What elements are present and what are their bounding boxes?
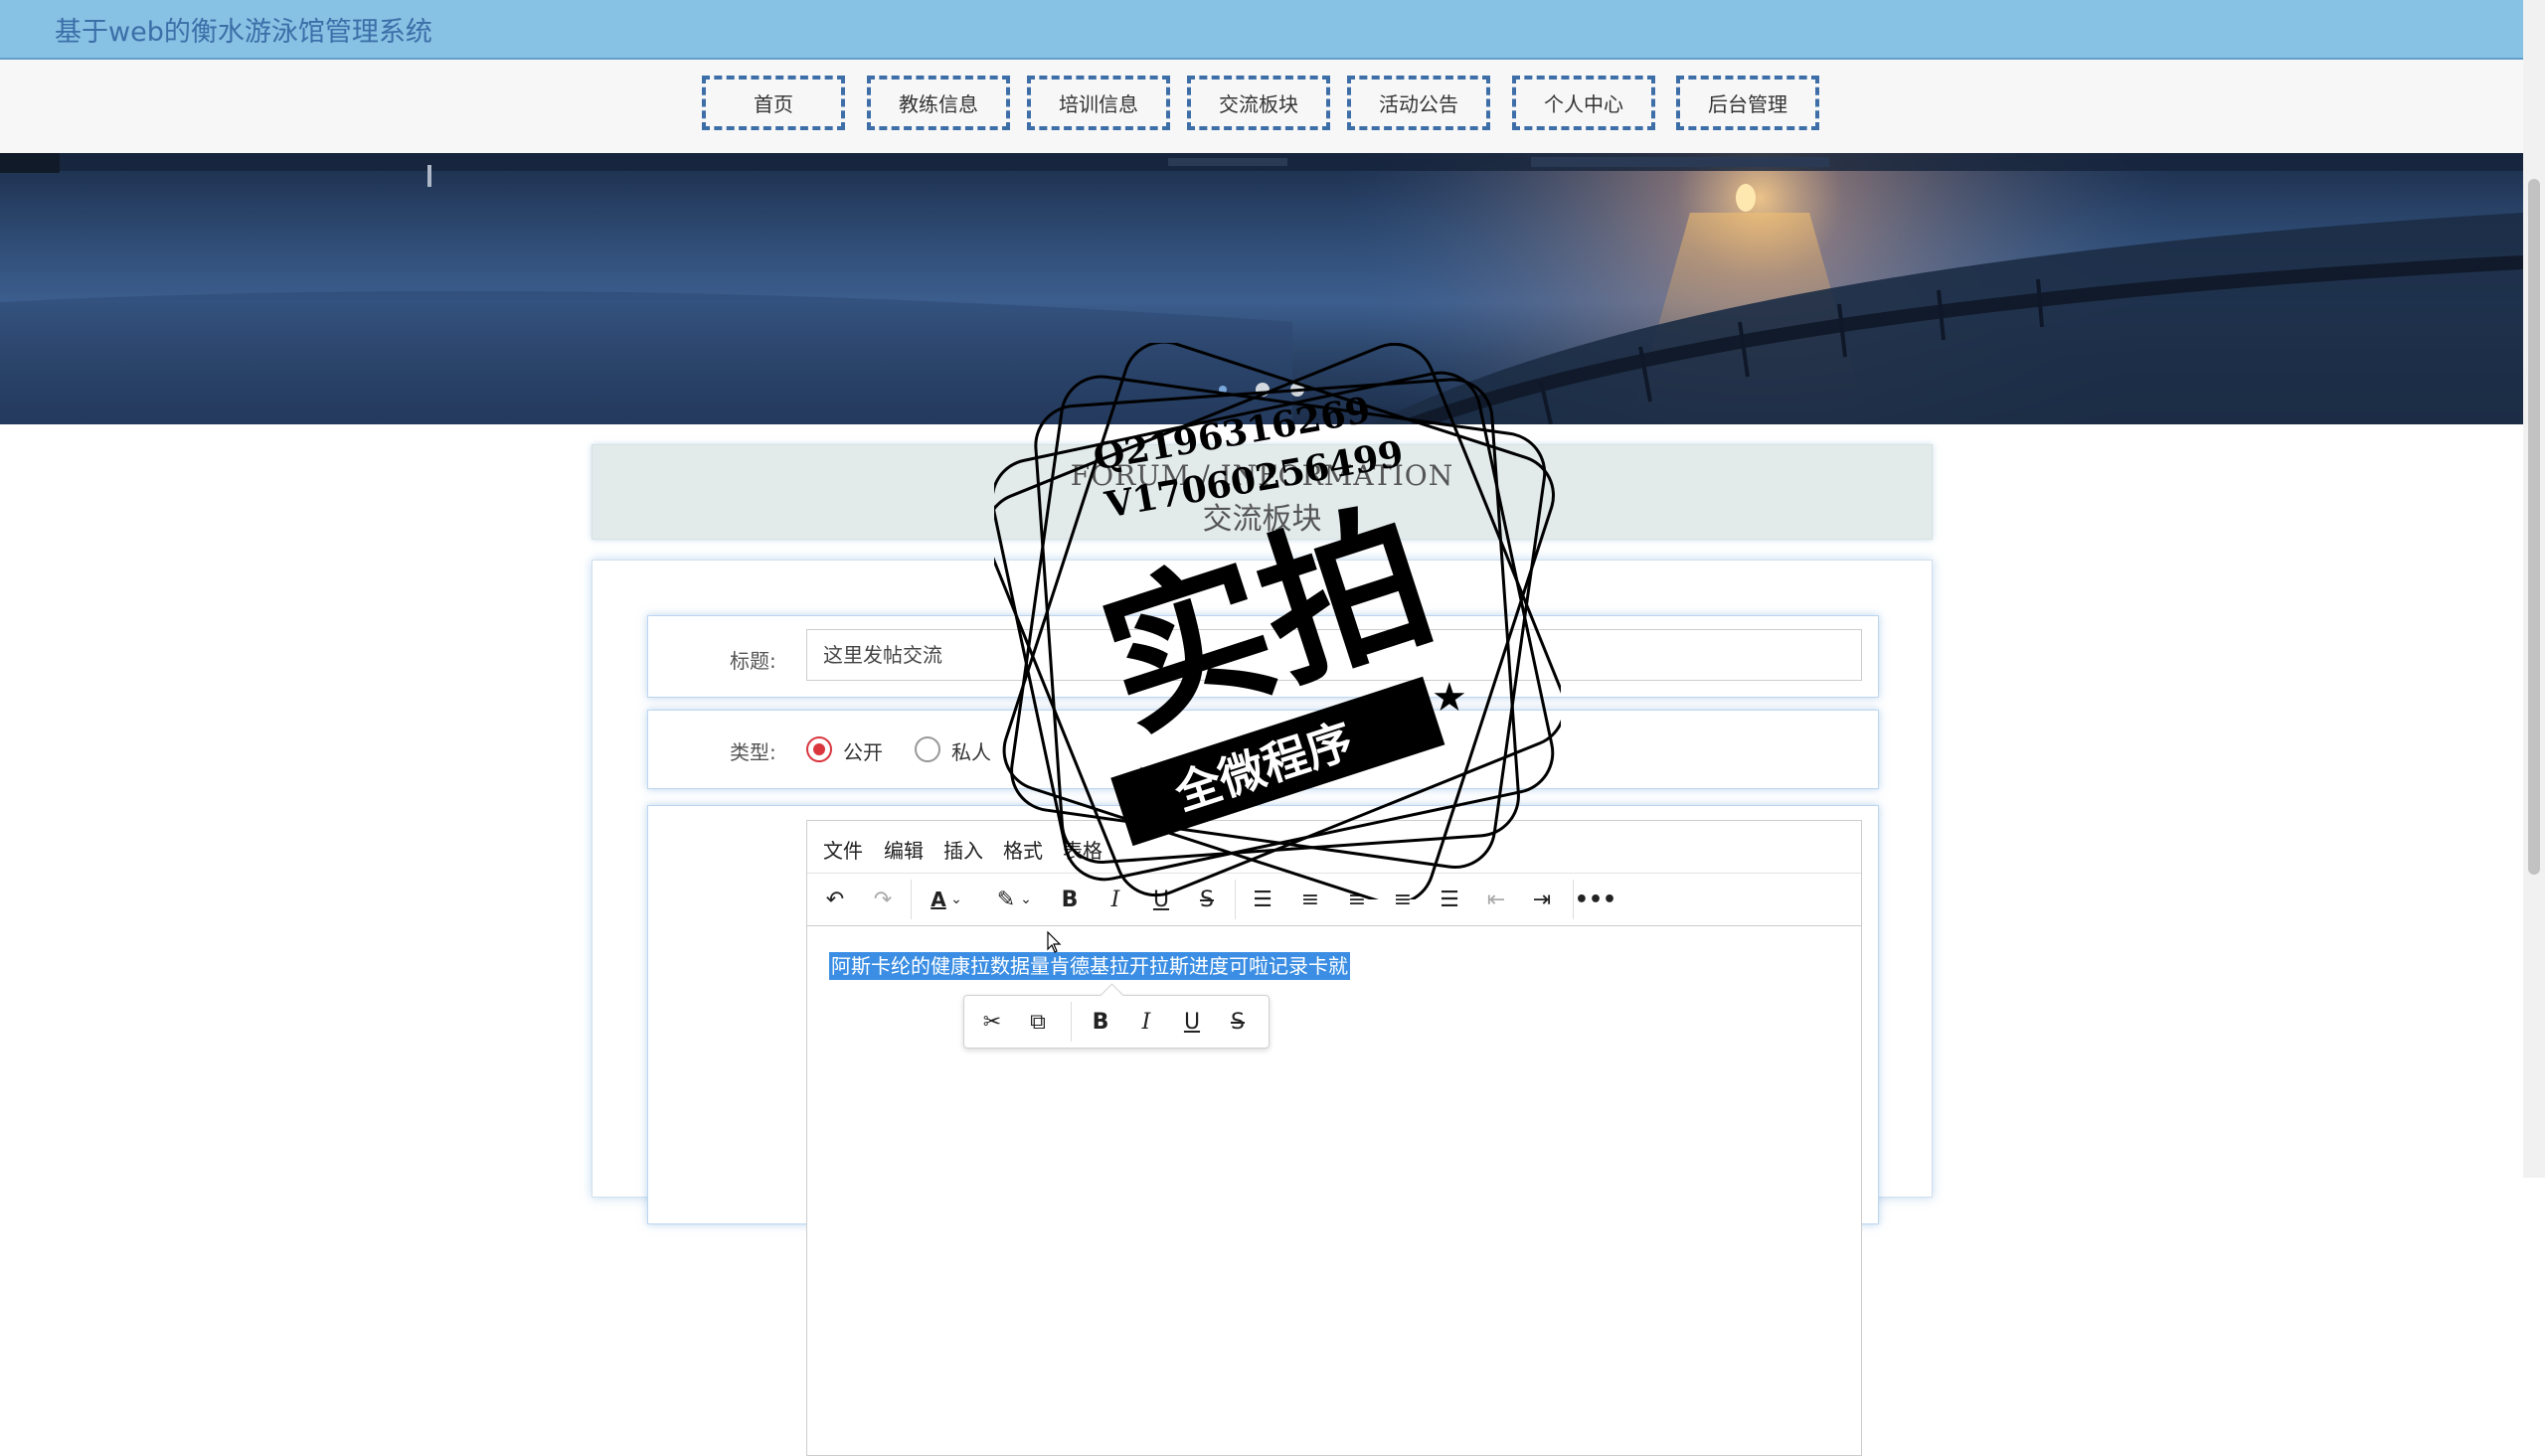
editor-content[interactable]: 阿斯卡纶的健康拉数据量肯德基拉开拉斯进度可啦记录卡就 — [829, 950, 1350, 980]
title-input[interactable]: 这里发帖交流 — [806, 629, 1862, 681]
menu-table[interactable]: 表格 — [1063, 835, 1103, 864]
align-center-icon[interactable]: ≡ — [1341, 884, 1373, 915]
quick-bold-icon[interactable]: B — [1085, 1006, 1116, 1038]
copy-icon[interactable]: ⧉ — [1022, 1006, 1054, 1038]
align-justify-icon[interactable]: ☰ — [1434, 884, 1465, 915]
section-title-cn: 交流板块 — [1202, 502, 1322, 537]
lake-sunset-illustration — [0, 153, 2523, 424]
editor-toolbar: ↶ ↷ A ⌄ ✎ ⌄ B I U S ☰ ≡ ≡ ≡ ☰ ⇤ ⇥ ••• — [807, 874, 1861, 926]
quick-italic-icon[interactable]: I — [1130, 1006, 1162, 1038]
toolbar-divider — [1573, 880, 1574, 919]
menu-insert[interactable]: 插入 — [943, 835, 983, 864]
mouse-cursor-icon — [1047, 931, 1062, 953]
radio-public-label[interactable]: 公开 — [843, 736, 883, 765]
highlight-chevron-down-icon[interactable]: ⌄ — [1016, 884, 1036, 915]
nav-item-forum[interactable]: 交流板块 — [1187, 76, 1330, 130]
text-color-chevron-down-icon[interactable]: ⌄ — [946, 884, 966, 915]
more-options-icon[interactable]: ••• — [1575, 884, 1616, 915]
strikethrough-icon[interactable]: S — [1191, 884, 1223, 915]
type-label: 类型: — [730, 740, 776, 764]
editor-menubar: 文件 编辑 插入 格式 表格 — [807, 821, 1861, 874]
title-row: 标题: 这里发帖交流 — [647, 615, 1879, 698]
outdent-icon[interactable]: ⇤ — [1480, 884, 1512, 915]
site-title: 基于web的衡水游泳馆管理系统 — [55, 17, 432, 48]
title-label: 标题: — [730, 649, 776, 673]
main-navigation: 首页 教练信息 培训信息 交流板块 活动公告 个人中心 后台管理 — [0, 60, 2523, 153]
nav-item-home[interactable]: 首页 — [702, 76, 845, 130]
section-header: FORUM / INFORMATION 交流板块 — [592, 444, 1933, 540]
radio-private[interactable] — [915, 736, 940, 762]
nav-item-admin[interactable]: 后台管理 — [1676, 76, 1819, 130]
menu-format[interactable]: 格式 — [1003, 835, 1043, 864]
align-right-icon[interactable]: ≡ — [1387, 884, 1419, 915]
line-height-icon[interactable]: ☰ — [1247, 884, 1278, 915]
top-header-bar: 基于web的衡水游泳馆管理系统 — [0, 0, 2523, 60]
undo-icon[interactable]: ↶ — [819, 884, 851, 915]
section-title-en: FORUM / INFORMATION — [1070, 459, 1454, 492]
align-left-icon[interactable]: ≡ — [1294, 884, 1326, 915]
toolbar-divider — [1235, 880, 1236, 919]
indent-icon[interactable]: ⇥ — [1526, 884, 1558, 915]
bold-icon[interactable]: B — [1054, 884, 1086, 915]
quick-strikethrough-icon[interactable]: S — [1222, 1006, 1254, 1038]
nav-item-personal-center[interactable]: 个人中心 — [1512, 76, 1655, 130]
selected-text[interactable]: 阿斯卡纶的健康拉数据量肯德基拉开拉斯进度可啦记录卡就 — [829, 952, 1350, 980]
post-form-panel: 标题: 这里发帖交流 类型: 公开 私人 文件 编辑 插入 格式 表格 ↶ ↷ … — [592, 560, 1933, 1456]
nav-item-training-info[interactable]: 培训信息 — [1027, 76, 1170, 130]
underline-icon[interactable]: U — [1145, 884, 1177, 915]
quickbar-divider — [1071, 1002, 1072, 1042]
banner-image — [0, 153, 2523, 424]
rich-text-editor: 文件 编辑 插入 格式 表格 ↶ ↷ A ⌄ ✎ ⌄ B I U S ☰ ≡ ≡… — [806, 820, 1862, 1456]
menu-file[interactable]: 文件 — [823, 835, 863, 864]
nav-item-coach-info[interactable]: 教练信息 — [867, 76, 1010, 130]
redo-icon[interactable]: ↷ — [867, 884, 899, 915]
cut-icon[interactable]: ✂ — [976, 1006, 1008, 1038]
radio-private-label[interactable]: 私人 — [951, 736, 991, 765]
radio-public[interactable] — [806, 736, 832, 762]
toolbar-divider — [911, 880, 912, 919]
scrollbar-thumb[interactable] — [2528, 179, 2540, 875]
menu-edit[interactable]: 编辑 — [884, 835, 924, 864]
page-scrollbar[interactable] — [2523, 0, 2545, 1178]
type-row: 类型: 公开 私人 — [647, 710, 1879, 789]
quick-format-toolbar: ✂ ⧉ B I U S — [963, 995, 1270, 1049]
italic-icon[interactable]: I — [1100, 884, 1131, 915]
nav-item-announcements[interactable]: 活动公告 — [1347, 76, 1490, 130]
quick-underline-icon[interactable]: U — [1176, 1006, 1208, 1038]
